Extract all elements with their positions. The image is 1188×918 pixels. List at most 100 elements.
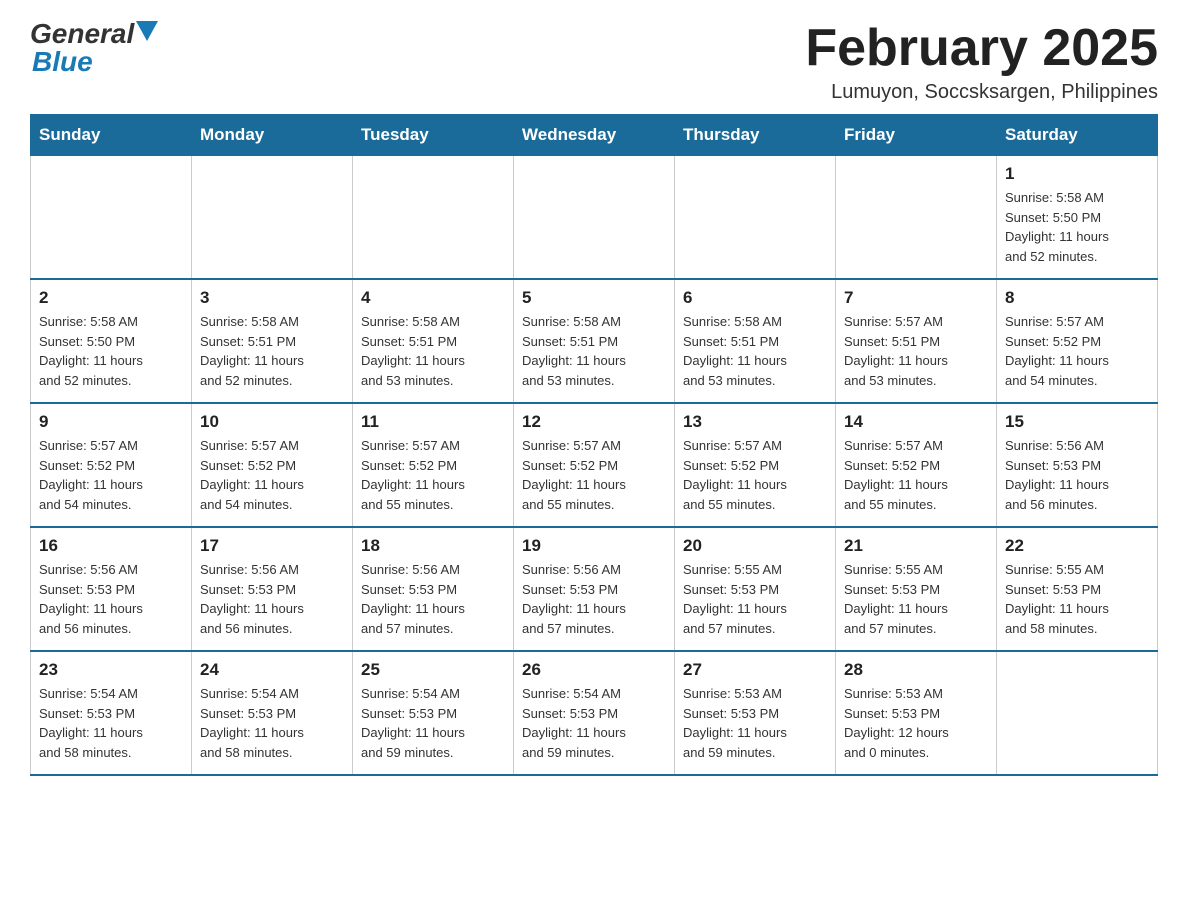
day-info: Sunrise: 5:58 AMSunset: 5:51 PMDaylight:… [522, 312, 666, 390]
day-number: 9 [39, 412, 183, 432]
days-of-week-row: SundayMondayTuesdayWednesdayThursdayFrid… [31, 115, 1158, 156]
day-number: 27 [683, 660, 827, 680]
calendar-cell: 21 Sunrise: 5:55 AMSunset: 5:53 PMDayligh… [836, 527, 997, 651]
day-number: 21 [844, 536, 988, 556]
calendar-cell [514, 156, 675, 280]
day-info: Sunrise: 5:56 AMSunset: 5:53 PMDaylight:… [39, 560, 183, 638]
day-info: Sunrise: 5:58 AMSunset: 5:51 PMDaylight:… [200, 312, 344, 390]
calendar-cell: 9 Sunrise: 5:57 AMSunset: 5:52 PMDaylight… [31, 403, 192, 527]
day-info: Sunrise: 5:55 AMSunset: 5:53 PMDaylight:… [683, 560, 827, 638]
day-info: Sunrise: 5:56 AMSunset: 5:53 PMDaylight:… [1005, 436, 1149, 514]
calendar-header: SundayMondayTuesdayWednesdayThursdayFrid… [31, 115, 1158, 156]
calendar-cell: 23Sunrise: 5:54 AMSunset: 5:53 PMDayligh… [31, 651, 192, 775]
title-area: February 2025 Lumuyon, Soccsksargen, Phi… [805, 20, 1158, 104]
day-number: 19 [522, 536, 666, 556]
calendar-cell: 7 Sunrise: 5:57 AMSunset: 5:51 PMDaylight… [836, 279, 997, 403]
day-header-thursday: Thursday [675, 115, 836, 156]
week-row-3: 9 Sunrise: 5:57 AMSunset: 5:52 PMDaylight… [31, 403, 1158, 527]
day-number: 16 [39, 536, 183, 556]
calendar-cell: 13 Sunrise: 5:57 AMSunset: 5:52 PMDayligh… [675, 403, 836, 527]
day-info: Sunrise: 5:57 AMSunset: 5:51 PMDaylight:… [844, 312, 988, 390]
calendar-cell: 19 Sunrise: 5:56 AMSunset: 5:53 PMDayligh… [514, 527, 675, 651]
day-number: 13 [683, 412, 827, 432]
day-header-monday: Monday [192, 115, 353, 156]
page-title: February 2025 [805, 20, 1158, 77]
calendar-cell: 20 Sunrise: 5:55 AMSunset: 5:53 PMDayligh… [675, 527, 836, 651]
day-info: Sunrise: 5:57 AMSunset: 5:52 PMDaylight:… [361, 436, 505, 514]
logo-blue: Blue [32, 46, 93, 77]
calendar-cell: 28 Sunrise: 5:53 AMSunset: 5:53 PMDayligh… [836, 651, 997, 775]
calendar-cell: 5 Sunrise: 5:58 AMSunset: 5:51 PMDaylight… [514, 279, 675, 403]
day-number: 14 [844, 412, 988, 432]
day-number: 10 [200, 412, 344, 432]
day-info: Sunrise: 5:53 AMSunset: 5:53 PMDaylight:… [683, 684, 827, 762]
week-row-2: 2 Sunrise: 5:58 AMSunset: 5:50 PMDaylight… [31, 279, 1158, 403]
week-row-1: 1Sunrise: 5:58 AMSunset: 5:50 PMDaylight… [31, 156, 1158, 280]
calendar-cell: 12 Sunrise: 5:57 AMSunset: 5:52 PMDayligh… [514, 403, 675, 527]
day-number: 28 [844, 660, 988, 680]
day-number: 7 [844, 288, 988, 308]
day-info: Sunrise: 5:58 AMSunset: 5:51 PMDaylight:… [361, 312, 505, 390]
day-number: 11 [361, 412, 505, 432]
calendar-cell: 22Sunrise: 5:55 AMSunset: 5:53 PMDayligh… [997, 527, 1158, 651]
day-number: 23 [39, 660, 183, 680]
calendar-table: SundayMondayTuesdayWednesdayThursdayFrid… [30, 114, 1158, 776]
day-number: 20 [683, 536, 827, 556]
day-info: Sunrise: 5:57 AMSunset: 5:52 PMDaylight:… [683, 436, 827, 514]
day-number: 3 [200, 288, 344, 308]
week-row-5: 23 Sunrise: 5:54 AMSunset: 5:53 PMDayligh… [31, 651, 1158, 775]
calendar-cell [31, 156, 192, 280]
logo-arrow-icon [136, 21, 158, 43]
day-info: Sunrise: 5:55 AMSunset: 5:53 PMDaylight:… [844, 560, 988, 638]
day-number: 15 [1005, 412, 1149, 432]
day-info: Sunrise: 5:57 AMSunset: 5:52 PMDaylight:… [200, 436, 344, 514]
day-number: 2 [39, 288, 183, 308]
calendar-cell: 26 Sunrise: 5:54 AMSunset: 5:53 PMDayligh… [514, 651, 675, 775]
calendar-cell [836, 156, 997, 280]
day-info: Sunrise: 5:58 AMSunset: 5:50 PMDaylight:… [39, 312, 183, 390]
calendar-cell: 25Sunrise: 5:54 AMSunset: 5:53 PMDayligh… [353, 651, 514, 775]
page-subtitle: Lumuyon, Soccsksargen, Philippines [805, 81, 1158, 104]
day-number: 1 [1005, 164, 1149, 184]
day-info: Sunrise: 5:58 AMSunset: 5:51 PMDaylight:… [683, 312, 827, 390]
calendar-cell: 14 Sunrise: 5:57 AMSunset: 5:52 PMDayligh… [836, 403, 997, 527]
calendar-cell: 10 Sunrise: 5:57 AMSunset: 5:52 PMDayligh… [192, 403, 353, 527]
day-number: 12 [522, 412, 666, 432]
logo: General Blue [30, 20, 158, 76]
day-info: Sunrise: 5:57 AMSunset: 5:52 PMDaylight:… [39, 436, 183, 514]
calendar-cell: 27 Sunrise: 5:53 AMSunset: 5:53 PMDayligh… [675, 651, 836, 775]
day-info: Sunrise: 5:54 AMSunset: 5:53 PMDaylight:… [522, 684, 666, 762]
calendar-cell: 17 Sunrise: 5:56 AMSunset: 5:53 PMDayligh… [192, 527, 353, 651]
calendar-cell: 6 Sunrise: 5:58 AMSunset: 5:51 PMDaylight… [675, 279, 836, 403]
day-number: 22 [1005, 536, 1149, 556]
day-number: 6 [683, 288, 827, 308]
calendar-cell: 16 Sunrise: 5:56 AMSunset: 5:53 PMDayligh… [31, 527, 192, 651]
day-header-wednesday: Wednesday [514, 115, 675, 156]
day-number: 17 [200, 536, 344, 556]
day-number: 24 [200, 660, 344, 680]
calendar-cell: 1Sunrise: 5:58 AMSunset: 5:50 PMDaylight… [997, 156, 1158, 280]
calendar-cell [353, 156, 514, 280]
calendar-cell [997, 651, 1158, 775]
day-info: Sunrise: 5:53 AMSunset: 5:53 PMDaylight:… [844, 684, 988, 762]
day-info: Sunrise: 5:57 AMSunset: 5:52 PMDaylight:… [522, 436, 666, 514]
day-number: 26 [522, 660, 666, 680]
calendar-cell [192, 156, 353, 280]
day-header-saturday: Saturday [997, 115, 1158, 156]
calendar-cell: 15 Sunrise: 5:56 AMSunset: 5:53 PMDayligh… [997, 403, 1158, 527]
calendar-cell: 18Sunrise: 5:56 AMSunset: 5:53 PMDayligh… [353, 527, 514, 651]
calendar-cell: 8Sunrise: 5:57 AMSunset: 5:52 PMDaylight… [997, 279, 1158, 403]
day-number: 4 [361, 288, 505, 308]
day-number: 18 [361, 536, 505, 556]
day-header-sunday: Sunday [31, 115, 192, 156]
calendar-cell: 24Sunrise: 5:54 AMSunset: 5:53 PMDayligh… [192, 651, 353, 775]
day-info: Sunrise: 5:57 AMSunset: 5:52 PMDaylight:… [844, 436, 988, 514]
day-number: 5 [522, 288, 666, 308]
calendar-cell: 11 Sunrise: 5:57 AMSunset: 5:52 PMDayligh… [353, 403, 514, 527]
day-info: Sunrise: 5:56 AMSunset: 5:53 PMDaylight:… [200, 560, 344, 638]
calendar-cell: 3 Sunrise: 5:58 AMSunset: 5:51 PMDaylight… [192, 279, 353, 403]
day-info: Sunrise: 5:56 AMSunset: 5:53 PMDaylight:… [522, 560, 666, 638]
calendar-cell [675, 156, 836, 280]
calendar-body: 1 Sunrise: 5:58 AMSunset: 5:50 PMDaylight… [31, 156, 1158, 776]
logo-general: General [30, 20, 134, 48]
